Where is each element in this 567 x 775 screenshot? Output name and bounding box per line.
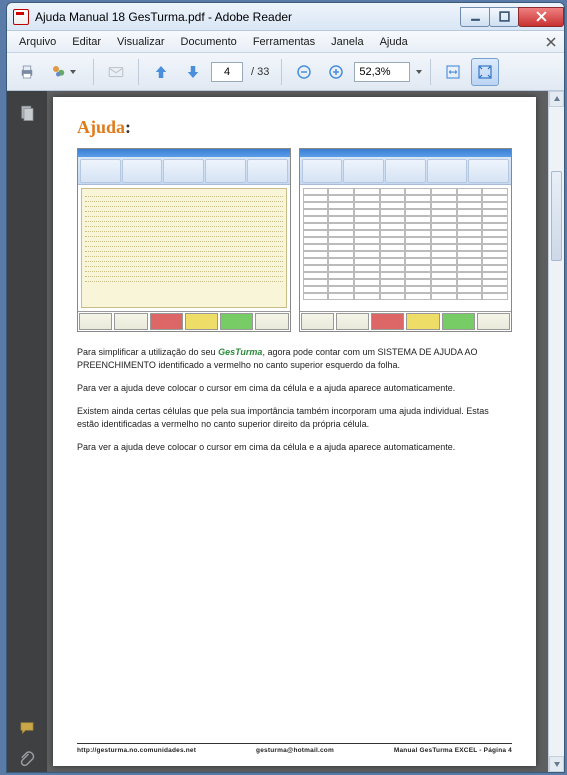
close-button[interactable] xyxy=(518,7,564,27)
menu-janela[interactable]: Janela xyxy=(323,34,371,50)
screenshot-right xyxy=(299,148,513,332)
gesturma-brand: GesTurma xyxy=(218,347,262,357)
pdf-icon xyxy=(13,9,29,25)
toolbar: / 33 52,3% xyxy=(7,53,564,91)
body-text: Para simplificar a utilização do seu Ges… xyxy=(77,346,512,464)
pdf-page: Ajuda: xyxy=(53,97,536,766)
sidebar xyxy=(7,91,47,772)
print-button[interactable] xyxy=(13,58,41,86)
menu-ajuda[interactable]: Ajuda xyxy=(372,34,416,50)
menu-documento[interactable]: Documento xyxy=(173,34,245,50)
email-button[interactable] xyxy=(102,58,130,86)
toolbar-separator xyxy=(281,59,282,85)
chevron-down-icon[interactable] xyxy=(416,70,422,74)
paragraph-4: Para ver a ajuda deve colocar o cursor e… xyxy=(77,441,512,454)
window-controls xyxy=(461,7,564,27)
pages-panel-icon[interactable] xyxy=(15,101,39,125)
fit-width-button[interactable] xyxy=(439,58,467,86)
maximize-button[interactable] xyxy=(489,7,519,27)
footer-page: Manual GesTurma EXCEL - Página 4 xyxy=(394,747,512,754)
menubar-close-icon[interactable] xyxy=(542,33,560,51)
page-number-input[interactable] xyxy=(211,62,243,82)
zoom-in-button[interactable] xyxy=(322,58,350,86)
footer-email: gesturma@hotmail.com xyxy=(256,747,334,754)
window-title: Ajuda Manual 18 GesTurma.pdf - Adobe Rea… xyxy=(35,10,461,24)
page-total-label: / 33 xyxy=(247,66,273,78)
paragraph-3: Existem ainda certas células que pela su… xyxy=(77,405,512,431)
toolbar-separator xyxy=(430,59,431,85)
scroll-thumb[interactable] xyxy=(551,171,562,261)
screenshot-left xyxy=(77,148,291,332)
zoom-out-button[interactable] xyxy=(290,58,318,86)
collaborate-button[interactable] xyxy=(45,58,85,86)
next-page-button[interactable] xyxy=(179,58,207,86)
minimize-button[interactable] xyxy=(460,7,490,27)
app-window: Ajuda Manual 18 GesTurma.pdf - Adobe Rea… xyxy=(6,2,565,773)
paragraph-1: Para simplificar a utilização do seu Ges… xyxy=(77,346,512,372)
vertical-scrollbar[interactable] xyxy=(548,91,564,772)
prev-page-button[interactable] xyxy=(147,58,175,86)
zoom-level-box[interactable]: 52,3% xyxy=(354,62,410,82)
toolbar-separator xyxy=(93,59,94,85)
menu-ferramentas[interactable]: Ferramentas xyxy=(245,34,323,50)
scroll-up-button[interactable] xyxy=(549,91,564,107)
titlebar: Ajuda Manual 18 GesTurma.pdf - Adobe Rea… xyxy=(7,3,564,31)
chevron-down-icon xyxy=(70,70,76,74)
page-heading: Ajuda: xyxy=(77,117,512,138)
screenshot-row xyxy=(77,148,512,332)
attachments-panel-icon[interactable] xyxy=(15,748,39,772)
menubar: Arquivo Editar Visualizar Documento Ferr… xyxy=(7,31,564,53)
fit-page-button[interactable] xyxy=(471,58,499,86)
menu-editar[interactable]: Editar xyxy=(64,34,109,50)
comments-panel-icon[interactable] xyxy=(15,716,39,740)
footer-url: http://gesturma.no.comunidades.net xyxy=(77,747,196,754)
document-viewport[interactable]: Ajuda: xyxy=(47,91,548,772)
menu-visualizar[interactable]: Visualizar xyxy=(109,34,173,50)
zoom-level-value: 52,3% xyxy=(359,66,390,78)
paragraph-2: Para ver a ajuda deve colocar o cursor e… xyxy=(77,382,512,395)
page-footer: http://gesturma.no.comunidades.net gestu… xyxy=(77,743,512,754)
content-area: Ajuda: xyxy=(7,91,564,772)
menu-arquivo[interactable]: Arquivo xyxy=(11,34,64,50)
toolbar-separator xyxy=(138,59,139,85)
scroll-down-button[interactable] xyxy=(549,756,564,772)
